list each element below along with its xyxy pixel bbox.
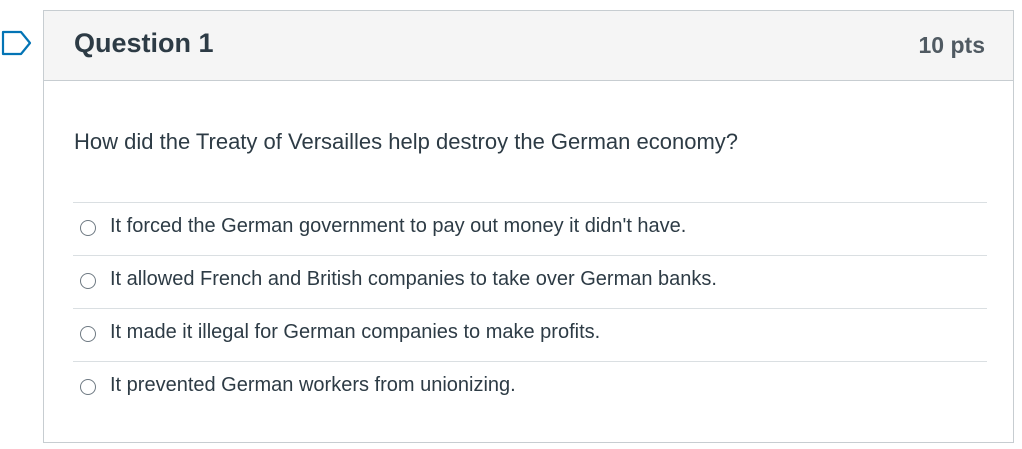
answer-option-4[interactable]: It prevented German workers from unioniz… (73, 361, 987, 414)
answer-option-1[interactable]: It forced the German government to pay o… (73, 202, 987, 255)
radio-button[interactable] (80, 326, 96, 342)
answer-option-2[interactable]: It allowed French and British companies … (73, 255, 987, 308)
question-points: 10 pts (918, 32, 985, 58)
radio-button[interactable] (80, 273, 96, 289)
answer-list: It forced the German government to pay o… (73, 202, 987, 414)
question-text: How did the Treaty of Versailles help de… (74, 129, 739, 154)
answer-option-3[interactable]: It made it illegal for German companies … (73, 308, 987, 361)
answer-label[interactable]: It forced the German government to pay o… (110, 215, 686, 238)
radio-button[interactable] (80, 220, 96, 236)
radio-button[interactable] (80, 379, 96, 395)
answer-label[interactable]: It made it illegal for German companies … (110, 321, 600, 344)
question-card: Question 1 10 pts How did the Treaty of … (43, 10, 1014, 443)
answer-label[interactable]: It prevented German workers from unioniz… (110, 374, 516, 397)
flag-question-icon[interactable] (0, 28, 34, 58)
question-title: Question 1 (74, 28, 214, 58)
answer-label[interactable]: It allowed French and British companies … (110, 268, 717, 291)
question-header: Question 1 10 pts (44, 11, 1013, 81)
